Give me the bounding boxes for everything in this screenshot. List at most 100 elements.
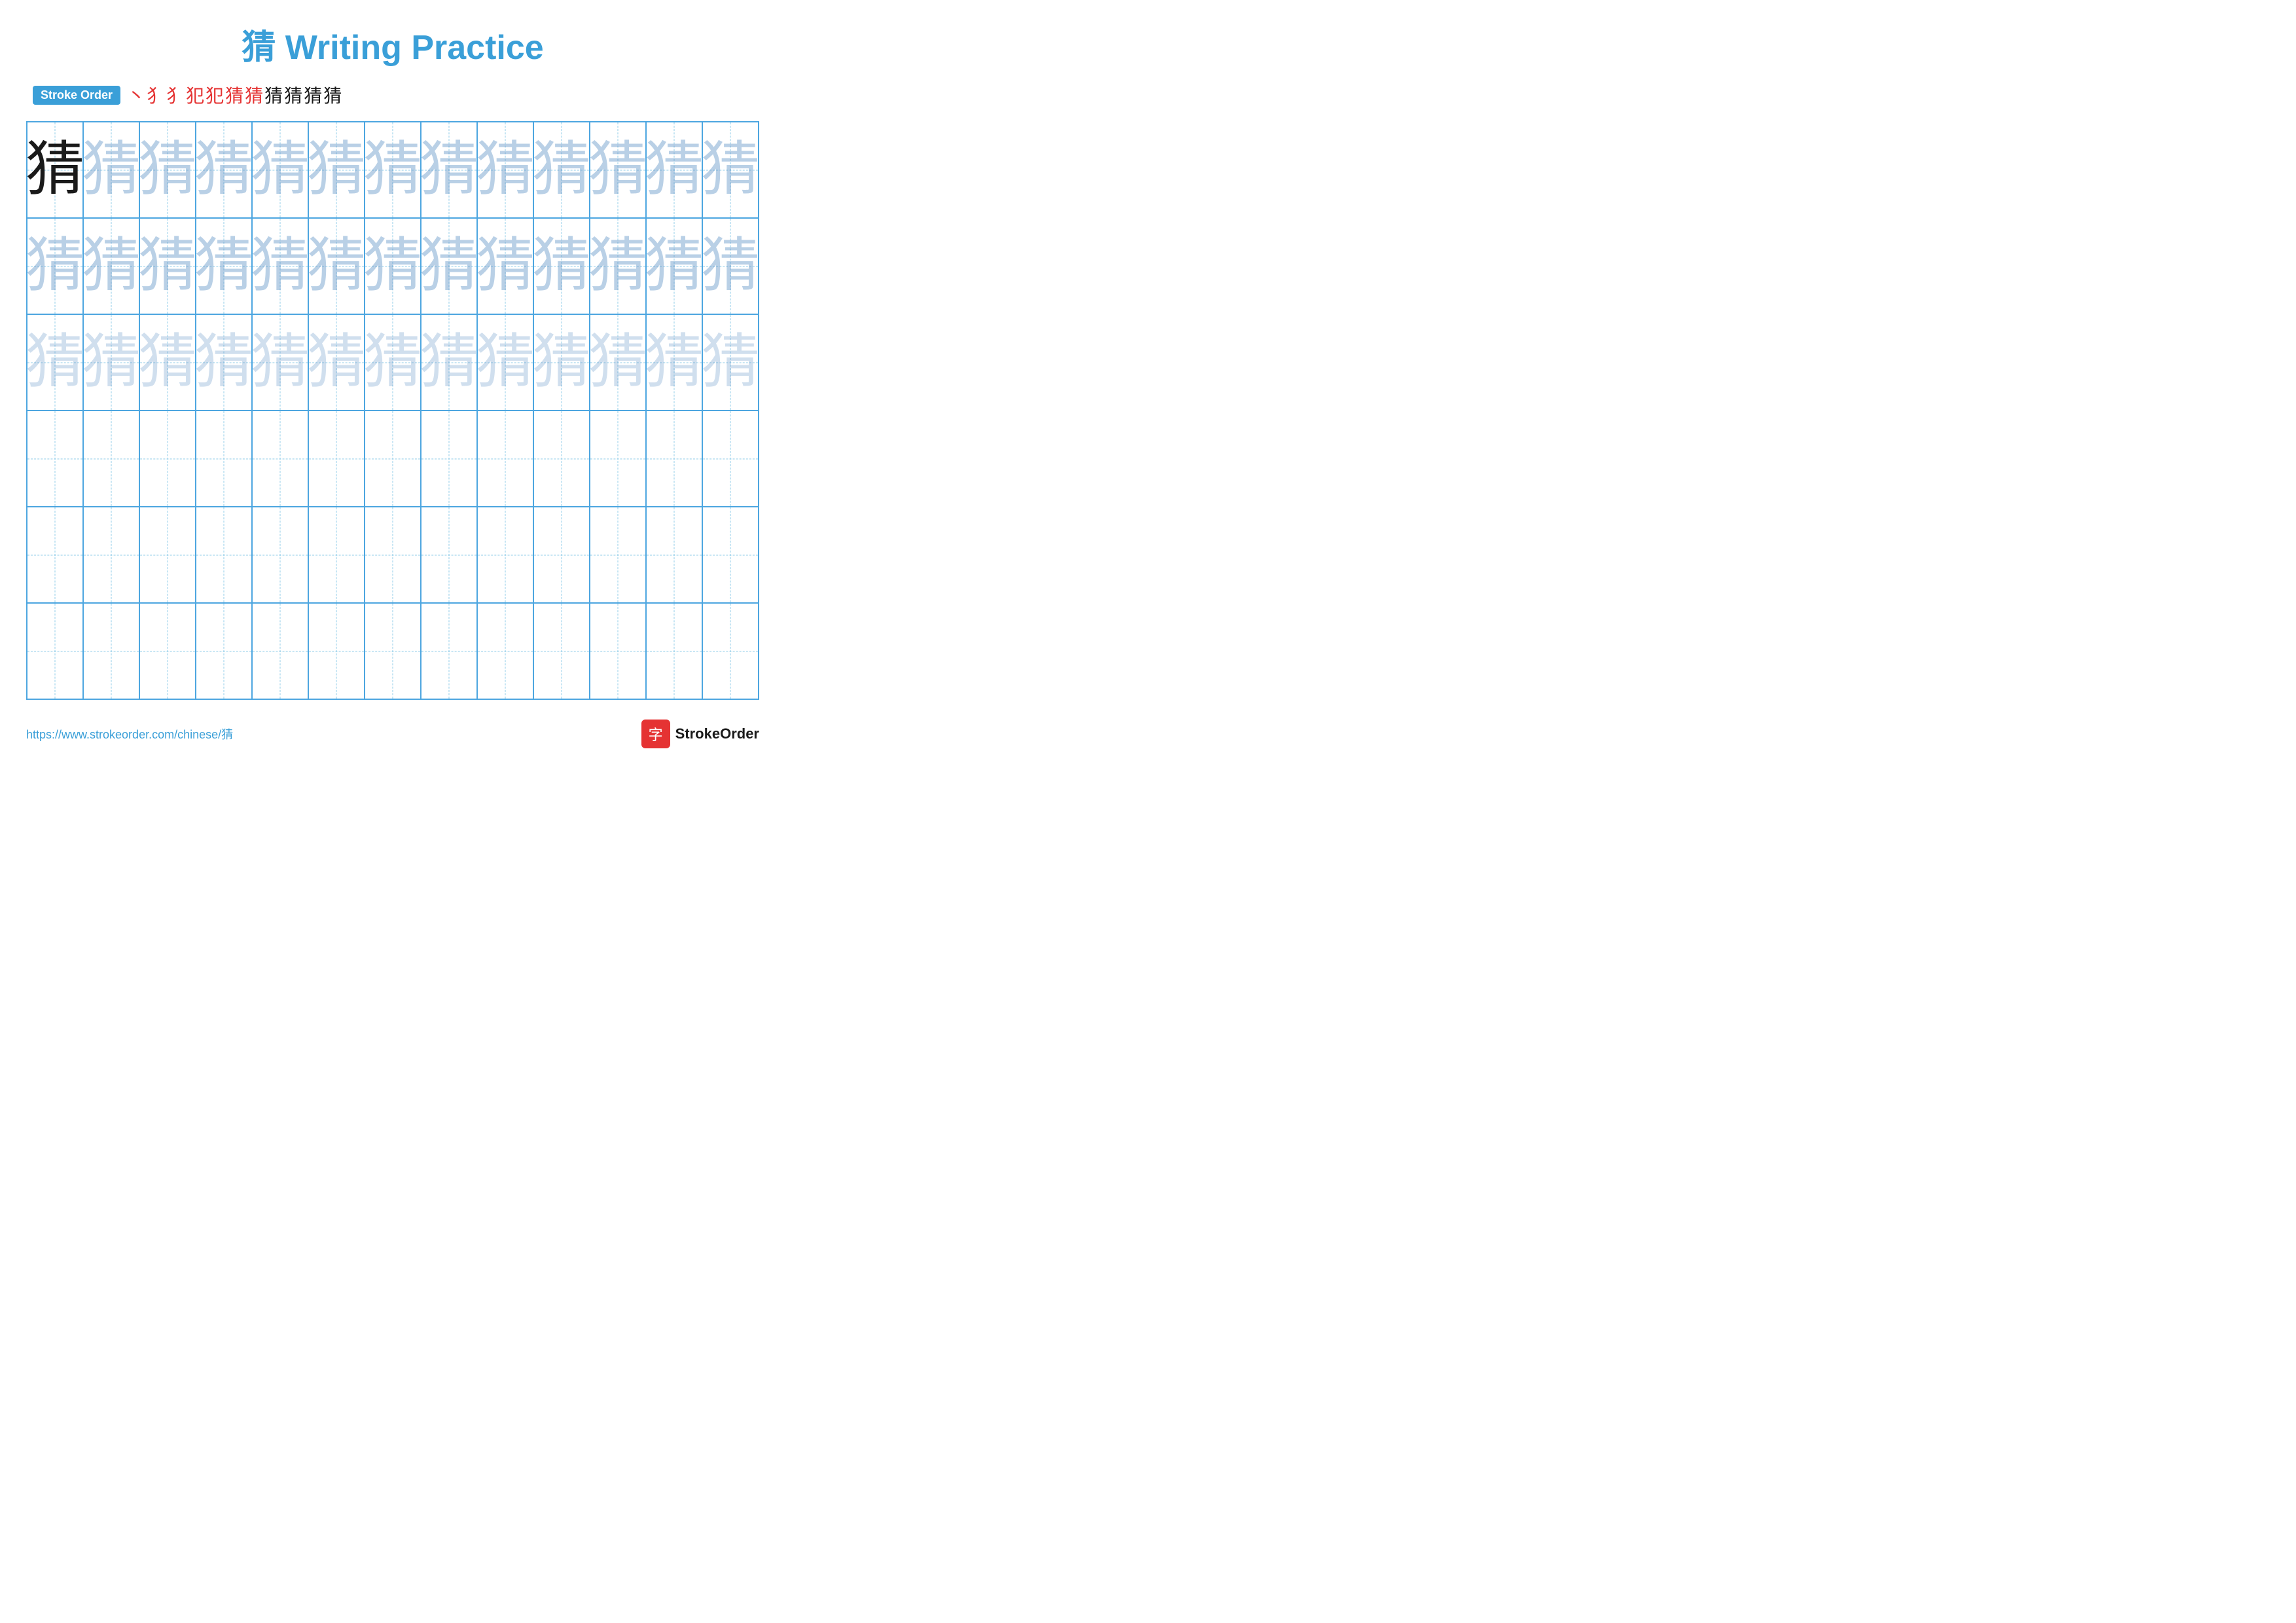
- cell-4-5[interactable]: [253, 411, 309, 506]
- char-guide: 猜: [309, 333, 365, 392]
- cell-5-9[interactable]: [478, 507, 534, 602]
- cell-3-12[interactable]: 猜: [647, 315, 703, 410]
- cell-3-9[interactable]: 猜: [478, 315, 534, 410]
- cell-1-8[interactable]: 猜: [422, 122, 478, 217]
- char-guide: 猜: [140, 141, 196, 200]
- char-display: 猜: [27, 141, 84, 200]
- cell-4-2[interactable]: [84, 411, 140, 506]
- char-guide: 猜: [365, 333, 422, 392]
- cell-2-8[interactable]: 猜: [422, 219, 478, 314]
- cell-5-3[interactable]: [140, 507, 196, 602]
- cell-6-11[interactable]: [590, 604, 647, 699]
- cell-5-6[interactable]: [309, 507, 365, 602]
- cell-3-5[interactable]: 猜: [253, 315, 309, 410]
- cell-2-1[interactable]: 猜: [27, 219, 84, 314]
- cell-3-8[interactable]: 猜: [422, 315, 478, 410]
- cell-4-13[interactable]: [703, 411, 758, 506]
- practice-grid: 猜 猜 猜 猜 猜 猜 猜 猜 猜 猜 猜 猜: [26, 121, 759, 700]
- cell-2-11[interactable]: 猜: [590, 219, 647, 314]
- grid-row-5: [27, 507, 758, 604]
- cell-1-13[interactable]: 猜: [703, 122, 758, 217]
- cell-3-6[interactable]: 猜: [309, 315, 365, 410]
- cell-3-10[interactable]: 猜: [534, 315, 590, 410]
- cell-1-12[interactable]: 猜: [647, 122, 703, 217]
- cell-2-10[interactable]: 猜: [534, 219, 590, 314]
- cell-2-5[interactable]: 猜: [253, 219, 309, 314]
- cell-4-4[interactable]: [196, 411, 253, 506]
- cell-4-9[interactable]: [478, 411, 534, 506]
- cell-6-6[interactable]: [309, 604, 365, 699]
- cell-5-10[interactable]: [534, 507, 590, 602]
- cell-3-4[interactable]: 猜: [196, 315, 253, 410]
- cell-3-3[interactable]: 猜: [140, 315, 196, 410]
- stroke-1: 丶: [127, 82, 145, 108]
- cell-1-1[interactable]: 猜: [27, 122, 84, 217]
- char-guide: 猜: [253, 333, 309, 392]
- cell-5-12[interactable]: [647, 507, 703, 602]
- cell-6-10[interactable]: [534, 604, 590, 699]
- cell-4-8[interactable]: [422, 411, 478, 506]
- cell-1-10[interactable]: 猜: [534, 122, 590, 217]
- stroke-6: 猜: [225, 82, 243, 108]
- char-guide: 猜: [84, 333, 140, 392]
- char-guide: 猜: [590, 333, 647, 392]
- cell-3-7[interactable]: 猜: [365, 315, 422, 410]
- cell-5-8[interactable]: [422, 507, 478, 602]
- cell-2-2[interactable]: 猜: [84, 219, 140, 314]
- cell-6-2[interactable]: [84, 604, 140, 699]
- cell-4-12[interactable]: [647, 411, 703, 506]
- cell-3-2[interactable]: 猜: [84, 315, 140, 410]
- cell-3-11[interactable]: 猜: [590, 315, 647, 410]
- cell-2-4[interactable]: 猜: [196, 219, 253, 314]
- stroke-5: 犯: [206, 82, 224, 108]
- cell-6-13[interactable]: [703, 604, 758, 699]
- cell-6-1[interactable]: [27, 604, 84, 699]
- cell-1-9[interactable]: 猜: [478, 122, 534, 217]
- cell-5-13[interactable]: [703, 507, 758, 602]
- cell-2-3[interactable]: 猜: [140, 219, 196, 314]
- cell-4-6[interactable]: [309, 411, 365, 506]
- char-guide: 猜: [703, 141, 758, 200]
- cell-1-3[interactable]: 猜: [140, 122, 196, 217]
- cell-1-7[interactable]: 猜: [365, 122, 422, 217]
- cell-6-3[interactable]: [140, 604, 196, 699]
- cell-6-4[interactable]: [196, 604, 253, 699]
- char-guide: 猜: [422, 141, 478, 200]
- cell-4-3[interactable]: [140, 411, 196, 506]
- cell-5-1[interactable]: [27, 507, 84, 602]
- cell-1-6[interactable]: 猜: [309, 122, 365, 217]
- cell-4-1[interactable]: [27, 411, 84, 506]
- cell-5-7[interactable]: [365, 507, 422, 602]
- cell-3-13[interactable]: 猜: [703, 315, 758, 410]
- cell-6-8[interactable]: [422, 604, 478, 699]
- cell-2-12[interactable]: 猜: [647, 219, 703, 314]
- cell-1-5[interactable]: 猜: [253, 122, 309, 217]
- cell-2-7[interactable]: 猜: [365, 219, 422, 314]
- char-guide: 猜: [478, 237, 534, 296]
- char-guide: 猜: [422, 237, 478, 296]
- cell-6-9[interactable]: [478, 604, 534, 699]
- cell-5-4[interactable]: [196, 507, 253, 602]
- cell-6-5[interactable]: [253, 604, 309, 699]
- cell-4-11[interactable]: [590, 411, 647, 506]
- cell-2-13[interactable]: 猜: [703, 219, 758, 314]
- cell-2-6[interactable]: 猜: [309, 219, 365, 314]
- cell-6-7[interactable]: [365, 604, 422, 699]
- stroke-3: 犭: [166, 82, 185, 108]
- cell-6-12[interactable]: [647, 604, 703, 699]
- char-guide: 猜: [140, 333, 196, 392]
- cell-5-11[interactable]: [590, 507, 647, 602]
- cell-1-11[interactable]: 猜: [590, 122, 647, 217]
- cell-1-4[interactable]: 猜: [196, 122, 253, 217]
- cell-4-7[interactable]: [365, 411, 422, 506]
- char-guide: 猜: [534, 237, 590, 296]
- char-guide: 猜: [84, 141, 140, 200]
- char-guide: 猜: [534, 141, 590, 200]
- cell-5-2[interactable]: [84, 507, 140, 602]
- cell-5-5[interactable]: [253, 507, 309, 602]
- cell-1-2[interactable]: 猜: [84, 122, 140, 217]
- cell-4-10[interactable]: [534, 411, 590, 506]
- cell-3-1[interactable]: 猜: [27, 315, 84, 410]
- char-guide: 猜: [422, 333, 478, 392]
- cell-2-9[interactable]: 猜: [478, 219, 534, 314]
